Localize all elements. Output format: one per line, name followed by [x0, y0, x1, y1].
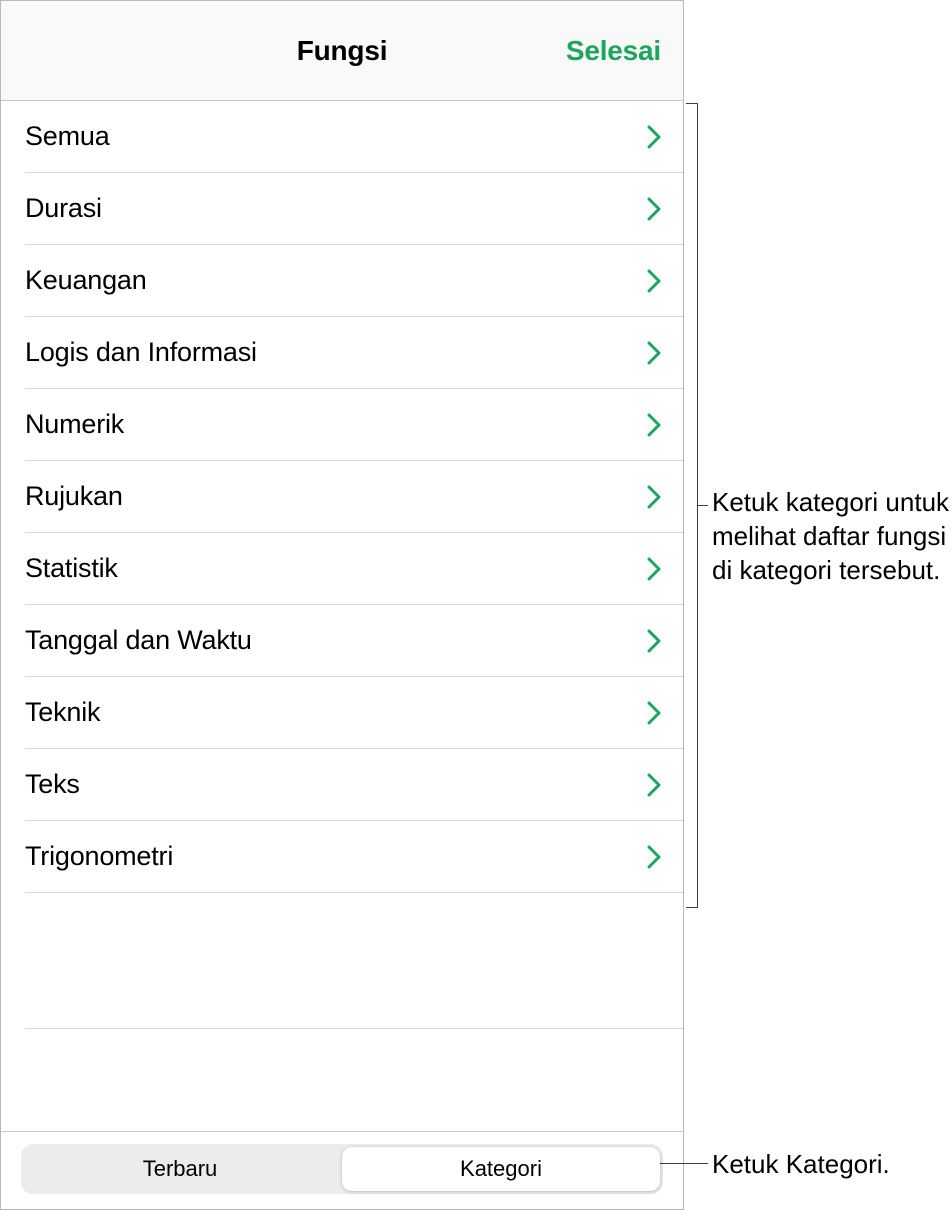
callout-bracket-icon	[686, 103, 698, 908]
category-row-keuangan[interactable]: Keuangan	[25, 245, 683, 317]
chevron-right-icon	[647, 269, 661, 293]
category-row-teknik[interactable]: Teknik	[25, 677, 683, 749]
category-label: Logis dan Informasi	[25, 337, 257, 368]
callout-list-text: Ketuk kategori untuk melihat daftar fung…	[712, 486, 950, 587]
category-row-statistik[interactable]: Statistik	[25, 533, 683, 605]
chevron-right-icon	[647, 701, 661, 725]
category-label: Statistik	[25, 553, 118, 584]
category-row-durasi[interactable]: Durasi	[25, 173, 683, 245]
chevron-right-icon	[647, 773, 661, 797]
category-label: Keuangan	[25, 265, 147, 296]
category-label: Tanggal dan Waktu	[25, 625, 252, 656]
chevron-right-icon	[647, 413, 661, 437]
category-label: Semua	[25, 121, 110, 152]
bottom-bar: Terbaru Kategori	[1, 1131, 683, 1209]
empty-row	[25, 893, 683, 1029]
category-row-logis[interactable]: Logis dan Informasi	[25, 317, 683, 389]
panel-title: Fungsi	[297, 35, 388, 67]
segmented-control: Terbaru Kategori	[21, 1144, 663, 1194]
panel-header: Fungsi Selesai	[1, 1, 683, 101]
category-label: Rujukan	[25, 481, 123, 512]
category-row-semua[interactable]: Semua	[25, 101, 683, 173]
tab-recent[interactable]: Terbaru	[21, 1147, 339, 1191]
chevron-right-icon	[647, 629, 661, 653]
category-row-trigonometri[interactable]: Trigonometri	[25, 821, 683, 893]
chevron-right-icon	[647, 125, 661, 149]
chevron-right-icon	[647, 197, 661, 221]
category-row-tanggal[interactable]: Tanggal dan Waktu	[25, 605, 683, 677]
tab-category[interactable]: Kategori	[342, 1147, 660, 1191]
callout-tab-text: Ketuk Kategori.	[712, 1148, 950, 1182]
chevron-right-icon	[647, 341, 661, 365]
category-label: Numerik	[25, 409, 124, 440]
done-button[interactable]: Selesai	[566, 35, 661, 67]
category-label: Durasi	[25, 193, 102, 224]
category-label: Trigonometri	[25, 841, 173, 872]
category-row-numerik[interactable]: Numerik	[25, 389, 683, 461]
chevron-right-icon	[647, 557, 661, 581]
category-list: Semua Durasi Keuangan Logis dan Informas…	[1, 101, 683, 1131]
chevron-right-icon	[647, 845, 661, 869]
chevron-right-icon	[647, 485, 661, 509]
functions-panel: Fungsi Selesai Semua Durasi Keuangan Log…	[0, 0, 684, 1210]
callout-line-icon	[698, 505, 708, 506]
category-row-rujukan[interactable]: Rujukan	[25, 461, 683, 533]
category-row-teks[interactable]: Teks	[25, 749, 683, 821]
category-label: Teknik	[25, 697, 100, 728]
category-label: Teks	[25, 769, 80, 800]
